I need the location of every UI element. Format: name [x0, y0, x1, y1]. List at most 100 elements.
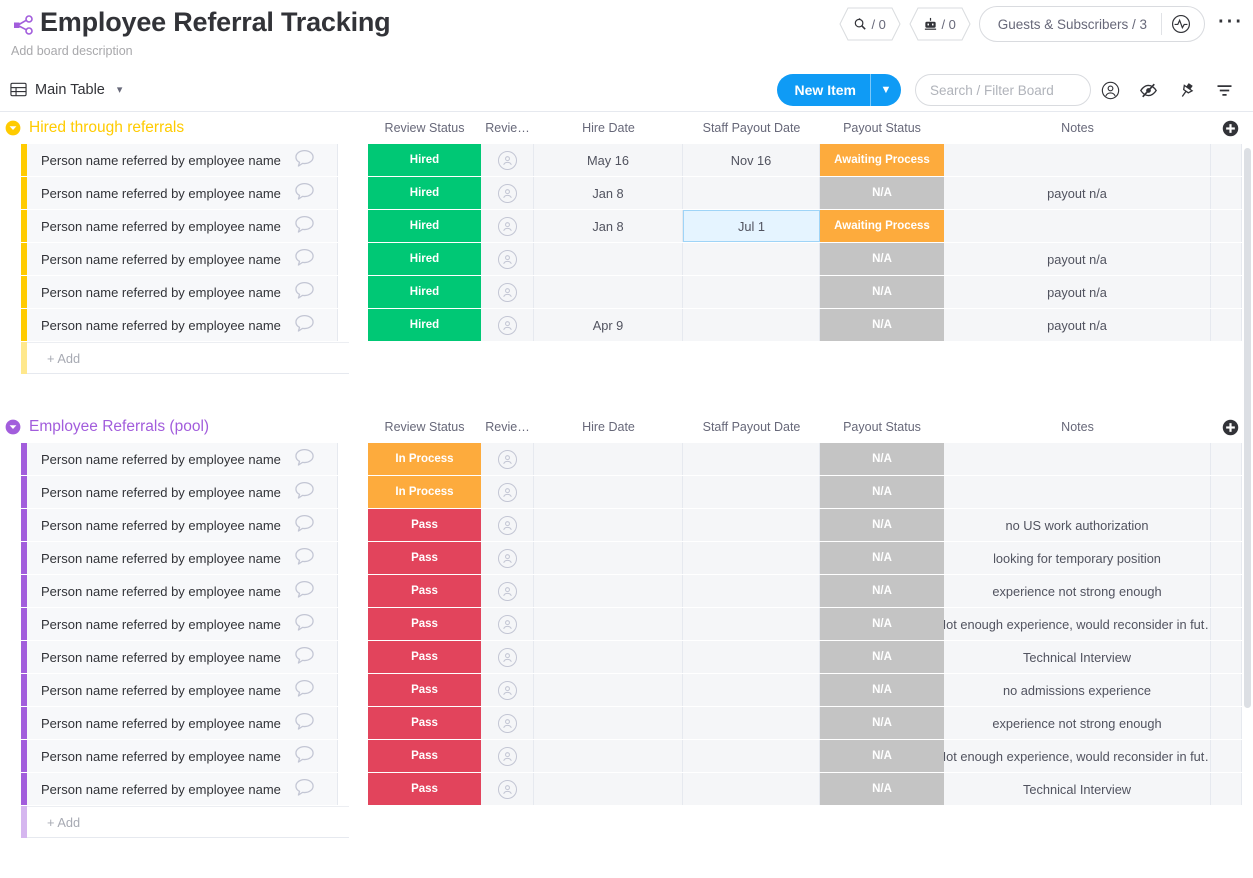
- avatar-placeholder-icon[interactable]: [498, 151, 517, 170]
- cell-notes[interactable]: Not enough experience, would reconsider …: [944, 740, 1211, 772]
- avatar-placeholder-icon[interactable]: [498, 714, 517, 733]
- cell-extra[interactable]: [1211, 443, 1242, 475]
- cell-review-status[interactable]: Pass: [368, 674, 481, 706]
- table-row[interactable]: Person name referred by employee namePas…: [0, 641, 1253, 673]
- cell-reviewer[interactable]: [481, 476, 534, 508]
- cell-payout-status[interactable]: N/A: [820, 476, 944, 508]
- table-row[interactable]: Person name referred by employee namePas…: [0, 575, 1253, 607]
- group-title[interactable]: Employee Referrals (pool): [29, 418, 209, 436]
- chat-bubble-icon[interactable]: [294, 712, 315, 735]
- avatar-placeholder-icon[interactable]: [498, 450, 517, 469]
- cell-item-name[interactable]: Person name referred by employee name: [27, 276, 338, 308]
- cell-payout-status[interactable]: N/A: [820, 243, 944, 275]
- cell-notes[interactable]: looking for temporary position: [944, 542, 1211, 574]
- cell-reviewer[interactable]: [481, 674, 534, 706]
- cell-review-status[interactable]: Hired: [368, 144, 481, 176]
- cell-payout-status[interactable]: N/A: [820, 740, 944, 772]
- collapse-group-icon[interactable]: [5, 120, 21, 136]
- cell-item-name[interactable]: Person name referred by employee name: [27, 509, 338, 541]
- chat-bubble-icon[interactable]: [294, 580, 315, 603]
- cell-reviewer[interactable]: [481, 276, 534, 308]
- cell-hire-date[interactable]: [534, 608, 683, 640]
- cell-hire-date[interactable]: [534, 740, 683, 772]
- cell-review-status[interactable]: In Process: [368, 443, 481, 475]
- cell-staff-payout-date[interactable]: Jul 1: [683, 210, 820, 242]
- cell-staff-payout-date[interactable]: [683, 773, 820, 805]
- cell-hire-date[interactable]: [534, 443, 683, 475]
- avatar-placeholder-icon[interactable]: [498, 316, 517, 335]
- cell-extra[interactable]: [1211, 641, 1242, 673]
- cell-extra[interactable]: [1211, 575, 1242, 607]
- cell-reviewer[interactable]: [481, 608, 534, 640]
- cell-payout-status[interactable]: N/A: [820, 707, 944, 739]
- cell-reviewer[interactable]: [481, 243, 534, 275]
- cell-hire-date[interactable]: Jan 8: [534, 210, 683, 242]
- add-column-icon[interactable]: [1222, 120, 1239, 137]
- table-row[interactable]: Person name referred by employee namePas…: [0, 509, 1253, 541]
- guests-subscribers-box[interactable]: Guests & Subscribers / 3: [979, 6, 1205, 42]
- avatar-placeholder-icon[interactable]: [498, 250, 517, 269]
- cell-notes[interactable]: [944, 476, 1211, 508]
- chat-bubble-icon[interactable]: [294, 149, 315, 172]
- cell-hire-date[interactable]: [534, 707, 683, 739]
- cell-payout-status[interactable]: Awaiting Process: [820, 210, 944, 242]
- cell-reviewer[interactable]: [481, 773, 534, 805]
- cell-hire-date[interactable]: [534, 773, 683, 805]
- new-item-button[interactable]: New Item ▼: [777, 74, 901, 106]
- avatar-placeholder-icon[interactable]: [498, 184, 517, 203]
- cell-review-status[interactable]: Hired: [368, 210, 481, 242]
- table-row[interactable]: Person name referred by employee nameHir…: [0, 309, 1253, 341]
- avatar-placeholder-icon[interactable]: [498, 681, 517, 700]
- more-options-icon[interactable]: ⋯: [1215, 9, 1245, 39]
- new-item-chevron-down-icon[interactable]: ▼: [871, 74, 901, 106]
- chat-bubble-icon[interactable]: [294, 679, 315, 702]
- cell-review-status[interactable]: In Process: [368, 476, 481, 508]
- cell-item-name[interactable]: Person name referred by employee name: [27, 773, 338, 805]
- hide-eye-icon[interactable]: [1129, 74, 1167, 106]
- add-item-label[interactable]: + Add: [27, 342, 349, 374]
- automations-chip[interactable]: / 0: [909, 7, 971, 41]
- collapse-group-icon[interactable]: [5, 419, 21, 435]
- cell-staff-payout-date[interactable]: [683, 276, 820, 308]
- cell-staff-payout-date[interactable]: [683, 443, 820, 475]
- table-row[interactable]: Person name referred by employee nameHir…: [0, 243, 1253, 275]
- chat-bubble-icon[interactable]: [294, 481, 315, 504]
- cell-reviewer[interactable]: [481, 740, 534, 772]
- column-header-review_status[interactable]: Review Status: [368, 112, 481, 144]
- add-item-row[interactable]: + Add: [0, 806, 1253, 838]
- cell-notes[interactable]: experience not strong enough: [944, 575, 1211, 607]
- cell-extra[interactable]: [1211, 542, 1242, 574]
- cell-hire-date[interactable]: [534, 542, 683, 574]
- cell-staff-payout-date[interactable]: [683, 309, 820, 341]
- chat-bubble-icon[interactable]: [294, 314, 315, 337]
- cell-extra[interactable]: [1211, 509, 1242, 541]
- cell-review-status[interactable]: Pass: [368, 575, 481, 607]
- cell-item-name[interactable]: Person name referred by employee name: [27, 707, 338, 739]
- column-header-hire_date[interactable]: Hire Date: [534, 112, 683, 144]
- chat-bubble-icon[interactable]: [294, 613, 315, 636]
- cell-staff-payout-date[interactable]: [683, 707, 820, 739]
- activity-log-chip[interactable]: / 0: [839, 7, 901, 41]
- tab-main-table[interactable]: Main Table ▾: [10, 81, 122, 98]
- cell-extra[interactable]: [1211, 243, 1242, 275]
- cell-hire-date[interactable]: [534, 674, 683, 706]
- cell-extra[interactable]: [1211, 773, 1242, 805]
- avatar-placeholder-icon[interactable]: [498, 516, 517, 535]
- column-header-hire_date[interactable]: Hire Date: [534, 411, 683, 443]
- cell-notes[interactable]: Technical Interview: [944, 773, 1211, 805]
- cell-payout-status[interactable]: N/A: [820, 674, 944, 706]
- cell-staff-payout-date[interactable]: Nov 16: [683, 144, 820, 176]
- chat-bubble-icon[interactable]: [294, 281, 315, 304]
- cell-review-status[interactable]: Pass: [368, 608, 481, 640]
- table-row[interactable]: Person name referred by employee name Pas…: [0, 674, 1253, 706]
- table-row[interactable]: Person name referred by employee name Pas…: [0, 773, 1253, 805]
- cell-staff-payout-date[interactable]: [683, 509, 820, 541]
- column-header-reviewer[interactable]: Revie…: [481, 411, 534, 443]
- cell-review-status[interactable]: Pass: [368, 773, 481, 805]
- avatar-placeholder-icon[interactable]: [498, 615, 517, 634]
- cell-item-name[interactable]: Person name referred by employee name: [27, 674, 338, 706]
- cell-payout-status[interactable]: N/A: [820, 177, 944, 209]
- cell-extra[interactable]: [1211, 707, 1242, 739]
- table-row[interactable]: Person name referred by employee namePas…: [0, 608, 1253, 640]
- chevron-down-icon[interactable]: ▾: [117, 83, 123, 96]
